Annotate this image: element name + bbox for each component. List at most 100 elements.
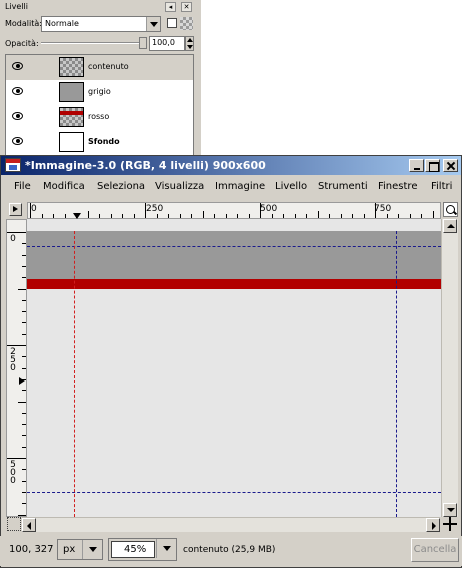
zoom-select[interactable]: 45% xyxy=(108,538,177,561)
ruler-label: 750 xyxy=(374,204,392,214)
ruler-label-500: 500 xyxy=(10,460,16,486)
vertical-guide[interactable] xyxy=(396,231,397,517)
cancel-button[interactable]: Cancella xyxy=(411,538,459,562)
layers-dock: Livelli ◂ ✕ Modalità: Normale Opacità: 1… xyxy=(0,0,201,160)
window-title: *Immagine-3.0 (RGB, 4 livelli) 900x600 xyxy=(25,159,266,172)
quick-mask-toggle[interactable] xyxy=(7,517,21,531)
image-app-icon xyxy=(5,158,21,172)
opacity-slider[interactable] xyxy=(41,37,147,49)
ruler-tick xyxy=(22,367,26,369)
ruler-tick xyxy=(22,265,26,267)
ruler-tick xyxy=(283,214,284,218)
navigate-move-icon[interactable] xyxy=(443,517,457,531)
scroll-down-button[interactable] xyxy=(443,503,457,517)
ruler-tick xyxy=(22,243,26,245)
opacity-input[interactable]: 100,0 xyxy=(149,36,185,51)
zoom-input[interactable]: 45% xyxy=(111,541,155,558)
ruler-tick xyxy=(214,214,215,218)
ruler-tick xyxy=(168,214,169,218)
menu-immagine[interactable]: Immagine xyxy=(215,181,265,192)
pointer-position-marker xyxy=(19,377,25,385)
ruler-tick xyxy=(122,214,123,218)
layer-name: rosso xyxy=(88,112,110,121)
ruler-tick xyxy=(248,214,250,218)
ruler-tick xyxy=(271,214,273,218)
horizontal-guide[interactable] xyxy=(27,492,441,493)
scroll-up-button[interactable] xyxy=(443,219,457,233)
scroll-right-button[interactable] xyxy=(426,518,440,532)
layer-row-rosso[interactable]: rosso xyxy=(6,105,193,130)
menu-filtri[interactable]: Filtri xyxy=(431,181,452,192)
chevron-down-icon xyxy=(82,540,102,559)
layer-row-contenuto[interactable]: contenuto xyxy=(6,55,193,80)
ruler-tick xyxy=(110,214,112,218)
ruler-tick xyxy=(202,211,204,218)
ruler-tick xyxy=(340,214,342,218)
vertical-scrollbar[interactable] xyxy=(441,219,458,517)
menu-visualizza[interactable]: Visualizza xyxy=(155,181,204,192)
ruler-tick xyxy=(432,211,434,218)
layer-row-sfondo[interactable]: Sfondo xyxy=(6,130,193,155)
ruler-tick xyxy=(22,333,26,335)
mode-select[interactable]: Normale xyxy=(41,16,161,32)
layer-name: contenuto xyxy=(88,62,129,71)
ruler-tick xyxy=(22,299,26,301)
ruler-tick xyxy=(7,458,26,459)
menu-seleziona[interactable]: Seleziona xyxy=(97,181,145,192)
status-message: contenuto (25,9 MB) xyxy=(183,545,276,555)
ruler-tick xyxy=(22,446,26,448)
ruler-tick xyxy=(53,214,54,218)
dock-tab-menu-icon[interactable]: ◂ xyxy=(165,2,176,12)
ruler-tick xyxy=(409,214,411,218)
close-button[interactable] xyxy=(443,159,458,172)
scroll-left-button[interactable] xyxy=(22,518,36,532)
ruler-label: 0 xyxy=(31,204,37,214)
horizontal-ruler[interactable]: 0 250 500 750 xyxy=(27,202,441,219)
ruler-tick xyxy=(22,356,26,358)
layer-thumbnail xyxy=(59,82,84,102)
lock-alpha-checkbox[interactable] xyxy=(167,18,177,28)
opacity-slider-knob[interactable] xyxy=(139,37,147,49)
title-bar[interactable]: *Immagine-3.0 (RGB, 4 livelli) 900x600 xyxy=(1,156,461,175)
unit-value: px xyxy=(63,544,76,555)
layer-row-grigio[interactable]: grigio xyxy=(6,80,193,105)
menu-strumenti[interactable]: Strumenti xyxy=(318,181,368,192)
menu-modifica[interactable]: Modifica xyxy=(43,181,85,192)
dock-close-icon[interactable]: ✕ xyxy=(181,2,192,12)
ruler-tick xyxy=(317,211,319,218)
eye-icon[interactable] xyxy=(12,112,23,120)
grey-layer-area xyxy=(27,231,441,279)
image-canvas[interactable] xyxy=(27,219,441,517)
layer-name: Sfondo xyxy=(88,137,120,146)
unit-select[interactable]: px xyxy=(57,539,103,560)
maximize-button[interactable] xyxy=(425,159,440,172)
red-layer-area xyxy=(27,279,441,289)
ruler-tick xyxy=(22,435,26,437)
navigate-menu-button[interactable] xyxy=(9,203,22,216)
ruler-tick xyxy=(18,288,26,290)
vertical-guide-active[interactable] xyxy=(74,231,75,517)
ruler-tick xyxy=(421,214,422,218)
chevron-down-icon xyxy=(156,539,176,558)
ruler-tick xyxy=(294,214,296,218)
eye-icon[interactable] xyxy=(12,87,23,95)
zoom-to-fit-icon[interactable] xyxy=(443,202,458,217)
horizontal-guide[interactable] xyxy=(27,246,441,247)
chevron-down-icon xyxy=(146,17,160,31)
ruler-tick xyxy=(7,345,26,346)
menu-livello[interactable]: Livello xyxy=(275,181,307,192)
opacity-label: Opacità: xyxy=(5,39,39,48)
horizontal-scrollbar[interactable] xyxy=(22,517,440,532)
eye-icon[interactable] xyxy=(12,62,23,70)
vertical-ruler[interactable]: 0 250 500 xyxy=(6,219,27,517)
minimize-button[interactable] xyxy=(409,159,424,172)
menu-finestre[interactable]: Finestre xyxy=(378,181,417,192)
ruler-label: 250 xyxy=(146,204,164,214)
ruler-tick xyxy=(145,203,146,218)
menu-file[interactable]: File xyxy=(14,181,31,192)
opacity-spin-buttons[interactable] xyxy=(185,36,194,51)
ruler-tick xyxy=(7,232,26,233)
eye-icon[interactable] xyxy=(12,137,23,145)
ruler-tick xyxy=(22,480,26,482)
ruler-tick xyxy=(64,214,66,218)
